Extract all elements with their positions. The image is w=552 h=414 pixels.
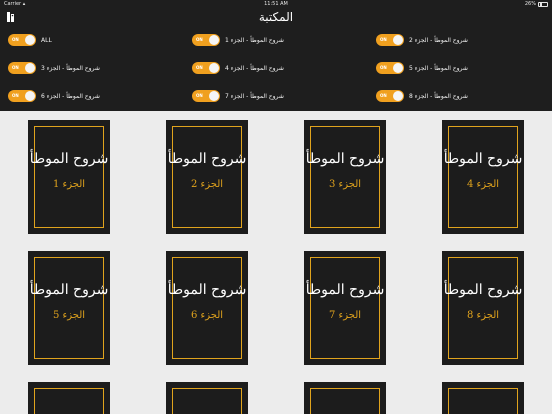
book-cover-part-7[interactable]: شروح الموطأ الجزء 7 bbox=[304, 251, 386, 365]
book-cover-part-1[interactable]: شروح الموطأ الجزء 1 bbox=[28, 120, 110, 234]
book-cover-partial[interactable] bbox=[442, 382, 524, 414]
page-title: المكتبة bbox=[258, 10, 294, 24]
toggle-on-text: ON bbox=[12, 93, 19, 98]
book-cover-partial[interactable] bbox=[166, 382, 248, 414]
book-frame bbox=[310, 388, 380, 414]
book-frame bbox=[448, 388, 518, 414]
toggle-label: شروح الموطأ - الجزء 3 bbox=[41, 64, 100, 72]
battery-status: 26% bbox=[525, 0, 548, 8]
toggle-label: شروح الموطأ - الجزء 8 bbox=[409, 92, 468, 100]
book-cover-part-4[interactable]: شروح الموطأ الجزء 4 bbox=[442, 120, 524, 234]
battery-fill bbox=[539, 3, 542, 6]
toggle-switch-part-3[interactable]: ON bbox=[8, 62, 36, 74]
toggle-row-part-6: ON شروح الموطأ - الجزء 6 bbox=[8, 90, 100, 102]
book-cover-part-3[interactable]: شروح الموطأ الجزء 3 bbox=[304, 120, 386, 234]
header: Carrier ▴ 11:51 AM 26% المكتبة ON ALL ON… bbox=[0, 0, 552, 111]
status-time: 11:51 AM bbox=[264, 1, 288, 7]
book-frame bbox=[448, 257, 518, 359]
book-part: الجزء 8 bbox=[466, 310, 500, 321]
toggle-knob bbox=[393, 35, 403, 45]
book-part: الجزء 6 bbox=[190, 310, 224, 321]
book-part: الجزء 1 bbox=[52, 179, 86, 190]
book-title: شروح الموطأ bbox=[443, 282, 523, 298]
toggle-on-text: ON bbox=[196, 65, 203, 70]
toggle-row-part-3: ON شروح الموطأ - الجزء 3 bbox=[8, 62, 100, 74]
toggle-label: شروح الموطأ - الجزء 7 bbox=[225, 92, 284, 100]
toggle-on-text: ON bbox=[196, 37, 203, 42]
toggle-on-text: ON bbox=[380, 93, 387, 98]
book-frame bbox=[310, 126, 380, 228]
book-cover-partial[interactable] bbox=[28, 382, 110, 414]
toggle-row-part-4: ON شروح الموطأ - الجزء 4 bbox=[192, 62, 284, 74]
toggle-row-all: ON ALL bbox=[8, 34, 52, 46]
toggle-knob bbox=[25, 35, 35, 45]
book-title: شروح الموطأ bbox=[29, 151, 109, 167]
toggle-knob bbox=[209, 35, 219, 45]
book-frame bbox=[172, 126, 242, 228]
toggle-on-text: ON bbox=[12, 37, 19, 42]
toggle-knob bbox=[25, 63, 35, 73]
book-frame bbox=[172, 257, 242, 359]
toggle-label: شروح الموطأ - الجزء 4 bbox=[225, 64, 284, 72]
toggle-knob bbox=[393, 63, 403, 73]
status-bar: Carrier ▴ 11:51 AM 26% bbox=[0, 0, 552, 8]
toggle-switch-all[interactable]: ON bbox=[8, 34, 36, 46]
toggle-row-part-1: ON شروح الموطأ - الجزء 1 bbox=[192, 34, 284, 46]
book-title: شروح الموطأ bbox=[167, 151, 247, 167]
book-part: الجزء 5 bbox=[52, 310, 86, 321]
book-title: شروح الموطأ bbox=[29, 282, 109, 298]
toggle-row-part-2: ON شروح الموطأ - الجزء 2 bbox=[376, 34, 468, 46]
toggle-knob bbox=[209, 91, 219, 101]
battery-percent: 26% bbox=[524, 1, 536, 7]
toggle-knob bbox=[393, 91, 403, 101]
toggle-on-text: ON bbox=[380, 65, 387, 70]
toggle-label: ALL bbox=[41, 36, 52, 44]
toggle-label: شروح الموطأ - الجزء 6 bbox=[41, 92, 100, 100]
book-cover-partial[interactable] bbox=[304, 382, 386, 414]
book-frame bbox=[310, 257, 380, 359]
toggle-on-text: ON bbox=[380, 37, 387, 42]
toggle-switch-part-8[interactable]: ON bbox=[376, 90, 404, 102]
toggle-switch-part-6[interactable]: ON bbox=[8, 90, 36, 102]
book-title: شروح الموطأ bbox=[443, 151, 523, 167]
toggle-on-text: ON bbox=[196, 93, 203, 98]
toggle-switch-part-4[interactable]: ON bbox=[192, 62, 220, 74]
toggle-knob bbox=[209, 63, 219, 73]
battery-icon bbox=[538, 1, 548, 7]
book-part: الجزء 3 bbox=[328, 179, 362, 190]
toggle-label: شروح الموطأ - الجزء 5 bbox=[409, 64, 468, 72]
toggle-row-part-7: ON شروح الموطأ - الجزء 7 bbox=[192, 90, 284, 102]
book-title: شروح الموطأ bbox=[305, 282, 385, 298]
toggle-switch-part-7[interactable]: ON bbox=[192, 90, 220, 102]
book-title: شروح الموطأ bbox=[305, 151, 385, 167]
toggle-switch-part-1[interactable]: ON bbox=[192, 34, 220, 46]
book-part: الجزء 2 bbox=[190, 179, 224, 190]
book-cover-part-8[interactable]: شروح الموطأ الجزء 8 bbox=[442, 251, 524, 365]
book-title: شروح الموطأ bbox=[167, 282, 247, 298]
book-frame bbox=[34, 257, 104, 359]
toggle-knob bbox=[25, 91, 35, 101]
book-cover-part-2[interactable]: شروح الموطأ الجزء 2 bbox=[166, 120, 248, 234]
toggle-switch-part-5[interactable]: ON bbox=[376, 62, 404, 74]
book-part: الجزء 7 bbox=[328, 310, 362, 321]
toggle-row-part-5: ON شروح الموطأ - الجزء 5 bbox=[376, 62, 468, 74]
toggle-on-text: ON bbox=[12, 65, 19, 70]
book-frame bbox=[34, 388, 104, 414]
toggle-switch-part-2[interactable]: ON bbox=[376, 34, 404, 46]
book-part: الجزء 4 bbox=[466, 179, 500, 190]
toggle-label: شروح الموطأ - الجزء 1 bbox=[225, 36, 284, 44]
book-frame bbox=[34, 126, 104, 228]
toggle-row-part-8: ON شروح الموطأ - الجزء 8 bbox=[376, 90, 468, 102]
book-cover-part-6[interactable]: شروح الموطأ الجزء 6 bbox=[166, 251, 248, 365]
book-frame bbox=[172, 388, 242, 414]
book-frame bbox=[448, 126, 518, 228]
toggle-label: شروح الموطأ - الجزء 2 bbox=[409, 36, 468, 44]
book-cover-part-5[interactable]: شروح الموطأ الجزء 5 bbox=[28, 251, 110, 365]
